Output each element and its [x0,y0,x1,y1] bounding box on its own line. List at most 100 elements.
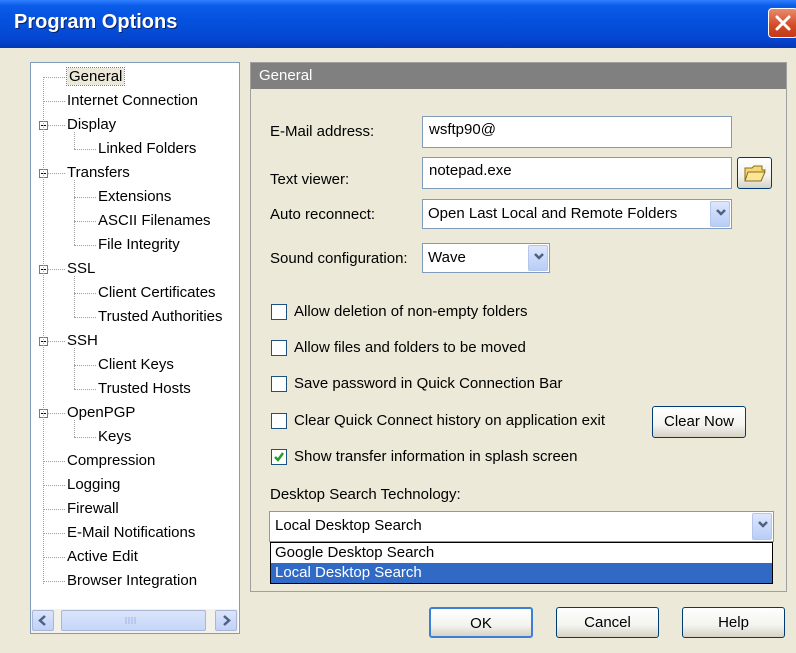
browse-viewer-button[interactable] [737,157,772,189]
tree-item-active-edit[interactable]: Active Edit [67,547,138,567]
chevron-down-icon [716,209,726,216]
auto-reconnect-dropdown-button[interactable] [710,201,730,227]
tree-item-label: Browser Integration [67,572,198,589]
sound-config-select[interactable]: Wave [422,243,550,273]
tree-connector [43,581,65,582]
tree-connector [74,437,96,438]
clear-history-checkbox[interactable] [271,413,287,429]
tree-item-label: Display [67,116,117,133]
text-viewer-label: Text viewer: [270,171,350,188]
window-title: Program Options [14,11,178,33]
save-password-checkbox[interactable] [271,376,287,392]
tree-item-client-certificates[interactable]: Client Certificates [98,283,216,303]
tree-connector [43,485,65,486]
tree-item-firewall[interactable]: Firewall [67,499,119,519]
email-field[interactable]: wsftp90@ [422,116,732,148]
grip-icon [125,617,136,624]
scroll-right-button[interactable] [215,610,237,631]
cancel-button[interactable]: Cancel [556,607,659,638]
tree-item-compression[interactable]: Compression [67,451,155,471]
tree-connector [74,149,96,150]
tree-connector [43,101,65,102]
tree-item-general[interactable]: General [65,67,126,87]
panel-title: General [259,67,313,84]
close-button[interactable] [768,8,796,38]
tree-item-trusted-authorities[interactable]: Trusted Authorities [98,307,223,327]
tree-item-ssh[interactable]: SSH [67,331,98,351]
desktop-search-value: Local Desktop Search [275,517,422,534]
ok-label: OK [470,615,492,632]
allow-delete-checkbox[interactable] [271,304,287,320]
tree-item-label: Trusted Hosts [98,380,191,397]
cancel-label: Cancel [584,614,631,631]
tree-connector [74,245,96,246]
tree-branch-line [74,132,75,149]
title-bar: Program Options [0,0,796,48]
tree-item-e-mail-notifications[interactable]: E-Mail Notifications [67,523,195,543]
text-viewer-field[interactable]: notepad.exe [422,157,732,189]
tree-item-label: E-Mail Notifications [67,524,196,541]
tree-item-label: SSL [67,260,96,277]
ok-button[interactable]: OK [429,607,533,638]
tree-connector [74,221,96,222]
tree-item-label: General [65,67,126,86]
checkmark-icon [274,452,285,462]
arrow-left-icon [38,615,46,626]
tree-item-label: Trusted Authorities [98,308,223,325]
scroll-thumb[interactable] [61,610,206,631]
save-password-label[interactable]: Save password in Quick Connection Bar [294,375,562,392]
allow-move-label[interactable]: Allow files and folders to be moved [294,339,526,356]
sound-config-dropdown-button[interactable] [528,245,548,271]
desktop-search-select[interactable]: Local Desktop Search [269,511,774,542]
sound-config-value: Wave [428,249,466,266]
scroll-left-button[interactable] [32,610,54,631]
tree-item-extensions[interactable]: Extensions [98,187,171,207]
tree-item-label: File Integrity [98,236,180,253]
tree-item-keys[interactable]: Keys [98,427,131,447]
tree-item-trusted-hosts[interactable]: Trusted Hosts [98,379,191,399]
tree-item-openpgp[interactable]: OpenPGP [67,403,135,423]
desktop-search-dropdown-button[interactable] [752,513,772,540]
desktop-search-label: Desktop Search Technology: [270,486,461,503]
tree-item-logging[interactable]: Logging [67,475,120,495]
help-button[interactable]: Help [682,607,785,638]
tree-item-linked-folders[interactable]: Linked Folders [98,139,196,159]
allow-move-checkbox[interactable] [271,340,287,356]
tree-connector [43,509,65,510]
clear-history-label[interactable]: Clear Quick Connect history on applicati… [294,412,605,429]
chevron-down-icon [534,253,544,260]
tree-connector [74,317,96,318]
desktop-search-options-list: Google Desktop Search Local Desktop Sear… [270,542,773,584]
tree-connector [74,197,96,198]
desktop-search-option-highlighted[interactable]: Local Desktop Search [271,563,772,583]
tree-connector [74,389,96,390]
tree-item-browser-integration[interactable]: Browser Integration [67,571,197,591]
tree-item-transfers[interactable]: Transfers [67,163,130,183]
tree-branch-line [74,420,75,437]
tree-item-label: Logging [67,476,121,493]
tree-item-ascii-filenames[interactable]: ASCII Filenames [98,211,211,231]
allow-delete-label[interactable]: Allow deletion of non-empty folders [294,303,527,320]
tree-item-label: Client Certificates [98,284,216,301]
tree-item-ssl[interactable]: SSL [67,259,95,279]
tree-item-client-keys[interactable]: Client Keys [98,355,174,375]
show-transfer-checkbox[interactable] [271,449,287,465]
help-label: Help [718,614,749,631]
tree-item-internet-connection[interactable]: Internet Connection [67,91,198,111]
auto-reconnect-select[interactable]: Open Last Local and Remote Folders [422,199,732,229]
desktop-search-option[interactable]: Google Desktop Search [271,543,772,563]
tree-connector [74,293,96,294]
tree-connector [43,77,65,78]
options-tree[interactable]: General Internet Connection Display Linked … [30,62,240,634]
show-transfer-label[interactable]: Show transfer information in splash scre… [294,448,577,465]
tree-item-label: ASCII Filenames [98,212,211,229]
clear-now-button[interactable]: Clear Now [652,406,746,438]
tree-item-label: OpenPGP [67,404,136,421]
tree-horizontal-scrollbar[interactable] [31,609,238,633]
arrow-right-icon [223,615,231,626]
tree-item-file-integrity[interactable]: File Integrity [98,235,180,255]
tree-branch-line [74,180,75,245]
tree-item-label: Firewall [67,500,119,517]
tree-item-label: Transfers [67,164,130,181]
tree-branch-line [74,276,75,317]
